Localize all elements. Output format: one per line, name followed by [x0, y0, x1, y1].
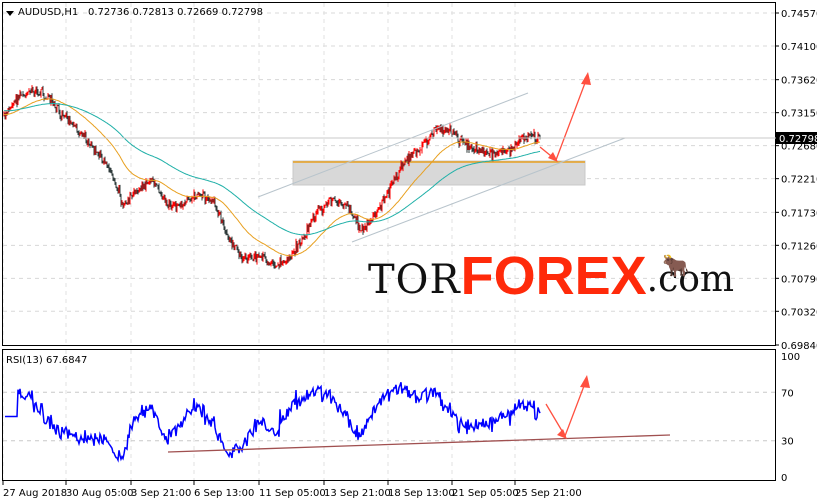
logo-com: .com: [646, 259, 735, 300]
arrow-head-icon: [580, 375, 590, 388]
symbol-label: AUDUSD,H1: [18, 7, 78, 18]
logo-tor: TOR: [368, 257, 461, 303]
price-tick-label: 0.73620: [781, 76, 817, 87]
rsi-tick-label: 100: [781, 352, 800, 363]
bull-logo-icon: 🐂: [662, 254, 690, 279]
price-tick-label: 0.69840: [781, 341, 817, 352]
rsi-label: RSI(13) 67.6847: [6, 355, 87, 366]
time-tick-label: 18 Sep 13:00: [388, 488, 455, 499]
time-tick-label: 13 Sep 21:00: [324, 488, 391, 499]
time-tick-label: 30 Aug 05:00: [66, 488, 133, 499]
price-tick-label: 0.71260: [781, 241, 817, 252]
price-tick-label: 0.70790: [781, 274, 817, 285]
time-tick-label: 11 Sep 05:00: [259, 488, 326, 499]
rsi-tick-label: 30: [781, 437, 794, 448]
price-tick-label: 0.74100: [781, 42, 817, 53]
time-tick-label: 6 Sep 13:00: [194, 488, 254, 499]
arrow-head-icon: [581, 72, 591, 85]
current-price-label: 0.72798: [779, 134, 817, 145]
time-tick-label: 27 Aug 2018: [3, 488, 67, 499]
rsi-tick-label: 70: [781, 388, 794, 399]
rsi-tick-label: 0: [781, 473, 787, 484]
forecast-arrow: [539, 74, 589, 162]
time-tick-label: 21 Sep 05:00: [452, 488, 519, 499]
time-tick-label: 3 Sep 21:00: [131, 488, 191, 499]
price-tick-label: 0.70320: [781, 307, 817, 318]
time-tick-label: 25 Sep 21:00: [515, 488, 582, 499]
grid: [2, 3, 775, 480]
price-tick-label: 0.71730: [781, 208, 817, 219]
price-tick-label: 0.72210: [781, 175, 817, 186]
price-tick-label: 0.73150: [781, 109, 817, 120]
ohlc-label: 0.72736 0.72813 0.72669 0.72798: [88, 7, 263, 18]
logo-forex: FOREX: [460, 246, 647, 306]
price-tick-label: 0.74570: [781, 9, 817, 20]
